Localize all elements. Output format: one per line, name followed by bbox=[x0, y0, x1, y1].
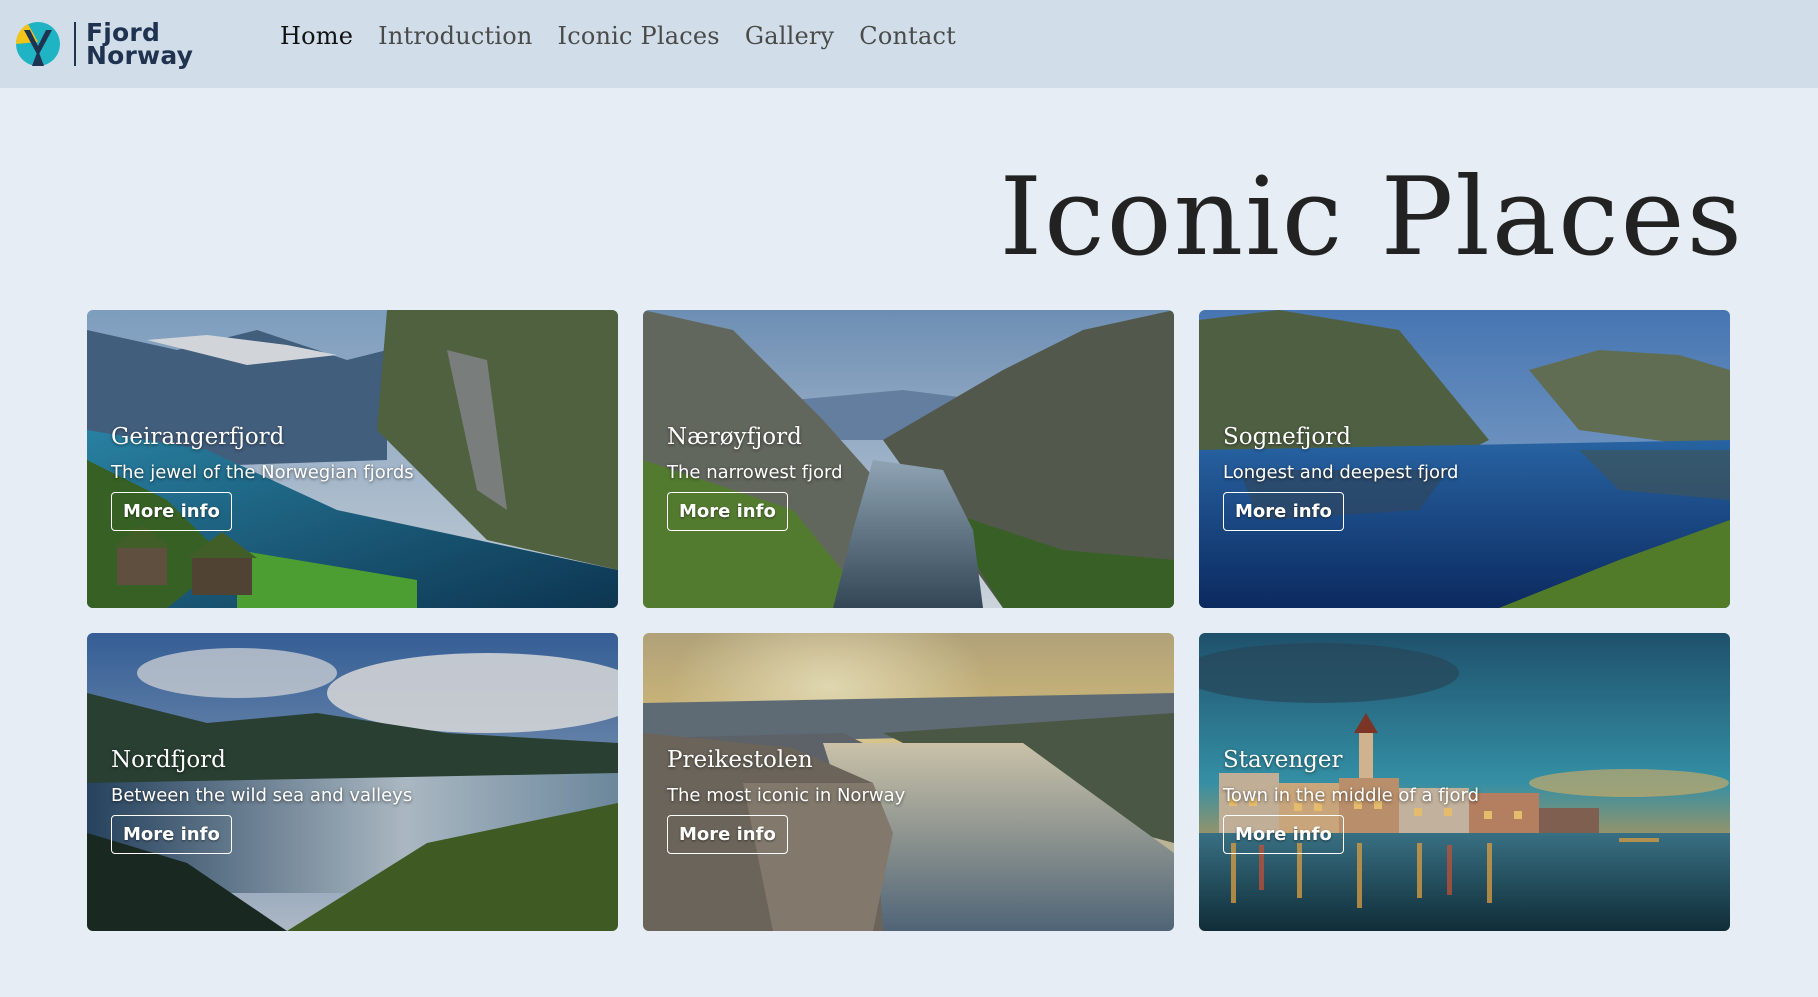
brand-wordmark: Fjord Norway bbox=[86, 20, 194, 70]
nav-iconic-places[interactable]: Iconic Places bbox=[558, 22, 720, 50]
more-info-button[interactable]: More info bbox=[667, 815, 788, 854]
card-content: Sognefjord Longest and deepest fjord Mor… bbox=[1223, 422, 1710, 531]
card-subtitle: Town in the middle of a fjord bbox=[1223, 785, 1480, 806]
place-card-sognefjord[interactable]: Sognefjord Longest and deepest fjord Mor… bbox=[1199, 310, 1730, 608]
more-info-button[interactable]: More info bbox=[111, 492, 232, 531]
brand-line-2: Norway bbox=[86, 41, 194, 70]
place-card-preikestolen[interactable]: Preikestolen The most iconic in Norway M… bbox=[643, 633, 1174, 931]
main-nav: Home Introduction Iconic Places Gallery … bbox=[280, 18, 956, 54]
more-info-button[interactable]: More info bbox=[667, 492, 788, 531]
more-info-button[interactable]: More info bbox=[1223, 815, 1344, 854]
fjord-logo-icon bbox=[15, 22, 60, 66]
card-title: Nordfjord bbox=[111, 747, 226, 773]
site-header: Fjord Norway Home Introduction Iconic Pl… bbox=[0, 0, 1818, 88]
logo-divider bbox=[74, 22, 76, 66]
card-title: Sognefjord bbox=[1223, 424, 1351, 450]
card-subtitle: Longest and deepest fjord bbox=[1223, 462, 1459, 483]
card-title: Preikestolen bbox=[667, 747, 813, 773]
places-grid: Geirangerfjord The jewel of the Norwegia… bbox=[87, 310, 1731, 931]
card-title: Geirangerfjord bbox=[111, 424, 285, 450]
card-content: Nordfjord Between the wild sea and valle… bbox=[111, 745, 598, 854]
card-content: Nærøyfjord The narrowest fjord More info bbox=[667, 422, 1154, 531]
card-subtitle: The jewel of the Norwegian fjords bbox=[111, 462, 414, 483]
card-content: Preikestolen The most iconic in Norway M… bbox=[667, 745, 1154, 854]
nav-contact[interactable]: Contact bbox=[859, 22, 956, 50]
card-subtitle: The narrowest fjord bbox=[667, 462, 843, 483]
card-subtitle: The most iconic in Norway bbox=[667, 785, 906, 806]
more-info-button[interactable]: More info bbox=[111, 815, 232, 854]
more-info-button[interactable]: More info bbox=[1223, 492, 1344, 531]
place-card-stavenger[interactable]: Stavenger Town in the middle of a fjord … bbox=[1199, 633, 1730, 931]
nav-introduction[interactable]: Introduction bbox=[378, 22, 532, 50]
card-title: Nærøyfjord bbox=[667, 424, 802, 450]
page-title: Iconic Places bbox=[999, 155, 1744, 280]
place-card-naeroyfjord[interactable]: Nærøyfjord The narrowest fjord More info bbox=[643, 310, 1174, 608]
place-card-geirangerfjord[interactable]: Geirangerfjord The jewel of the Norwegia… bbox=[87, 310, 618, 608]
nav-home[interactable]: Home bbox=[280, 22, 353, 50]
card-title: Stavenger bbox=[1223, 747, 1343, 773]
brand-logo[interactable]: Fjord Norway bbox=[14, 18, 204, 70]
place-card-nordfjord[interactable]: Nordfjord Between the wild sea and valle… bbox=[87, 633, 618, 931]
nav-gallery[interactable]: Gallery bbox=[745, 22, 834, 50]
card-subtitle: Between the wild sea and valleys bbox=[111, 785, 413, 806]
card-content: Geirangerfjord The jewel of the Norwegia… bbox=[111, 422, 598, 531]
card-content: Stavenger Town in the middle of a fjord … bbox=[1223, 745, 1710, 854]
